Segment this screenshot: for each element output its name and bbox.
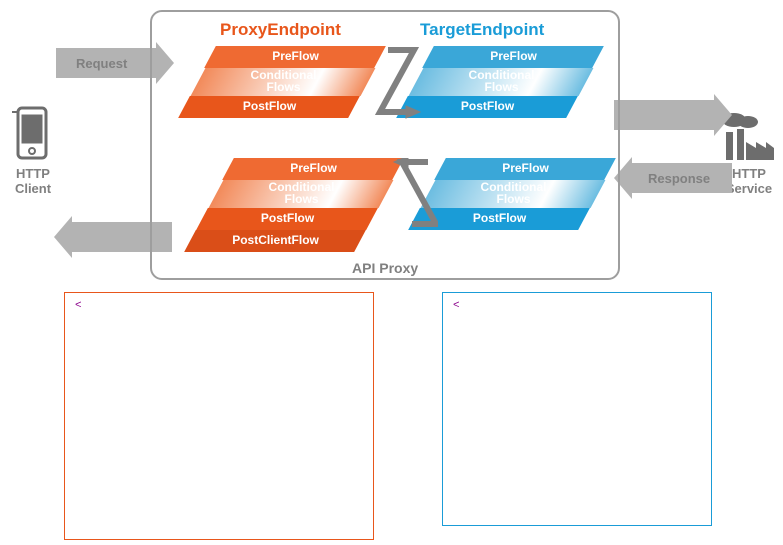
- request-out-arrow: [614, 100, 714, 130]
- proxy-endpoint-heading: ProxyEndpoint: [220, 20, 341, 40]
- target-req-conditional: ConditionalFlows: [409, 68, 594, 96]
- connector-bottom: [358, 158, 438, 232]
- target-res-preflow: PreFlow: [434, 158, 616, 180]
- proxy-req-postflow: PostFlow: [178, 96, 360, 118]
- target-res-conditional: ConditionalFlows: [421, 180, 606, 208]
- target-endpoint-heading: TargetEndpoint: [420, 20, 544, 40]
- proxy-res-postclientflow: PostClientFlow: [184, 230, 366, 252]
- api-proxy-label: API Proxy: [352, 260, 418, 276]
- proxy-req-preflow: PreFlow: [204, 46, 386, 68]
- target-endpoint-code: <: [442, 292, 712, 526]
- phone-icon: [12, 106, 52, 161]
- request-label: Request: [76, 56, 127, 71]
- target-req-preflow: PreFlow: [422, 46, 604, 68]
- http-client-label: HTTPClient: [8, 166, 58, 196]
- proxy-endpoint-code: <: [64, 292, 374, 540]
- proxy-res-postflow: PostFlow: [196, 208, 378, 230]
- proxy-req-conditional: ConditionalFlows: [191, 68, 376, 96]
- connector-top: [364, 46, 430, 120]
- response-label: Response: [648, 171, 710, 186]
